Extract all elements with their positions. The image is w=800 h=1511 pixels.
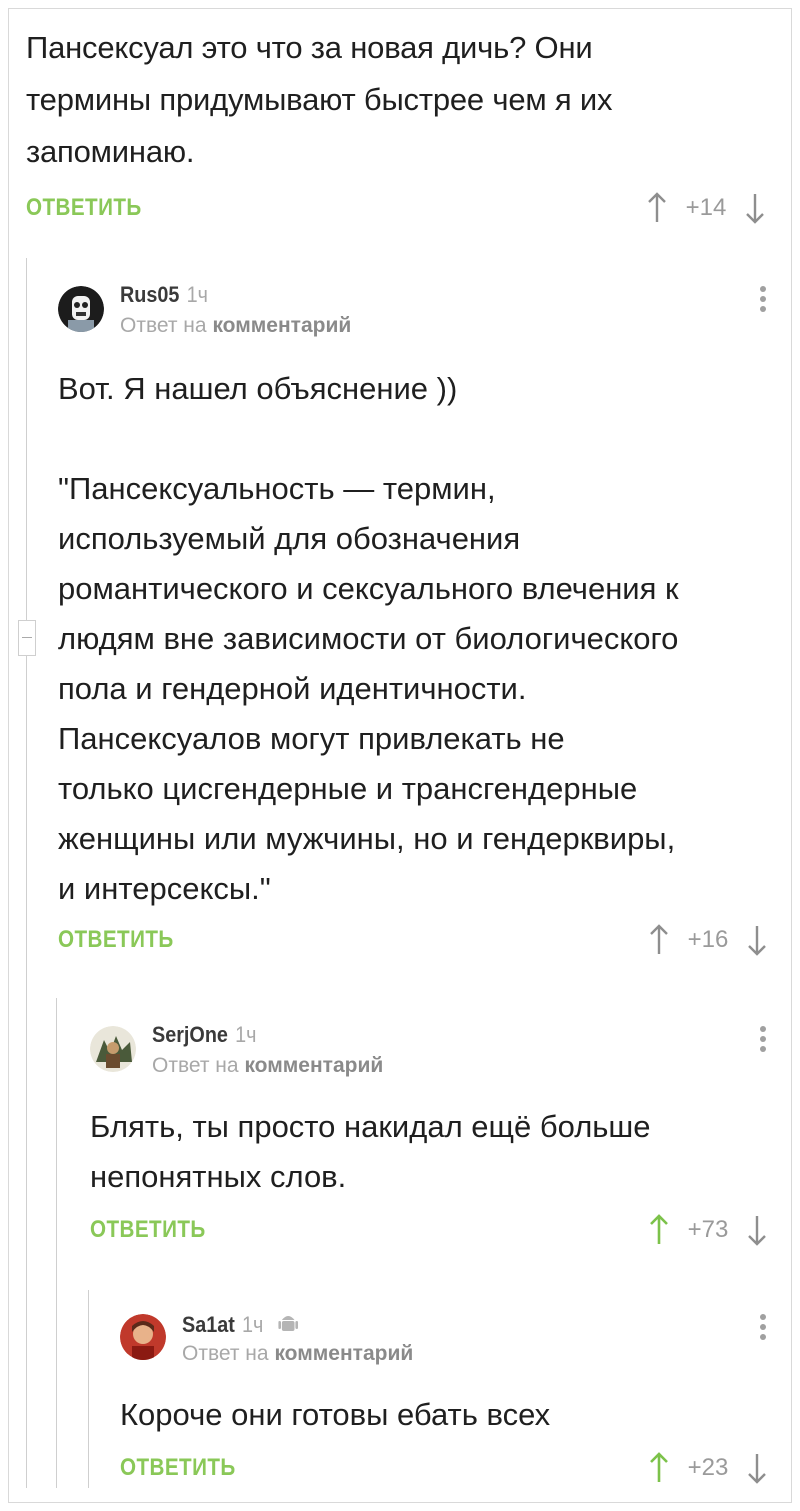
comment-header: Sa1at 1ч Ответ на комментарий [120,1310,768,1370]
reply-to: Ответ на комментарий [120,314,351,338]
username-row: SerjOne 1ч [152,1022,256,1048]
comment-line: используемый для обозначения [58,521,521,556]
reply-button[interactable]: ОТВЕТИТЬ [58,920,174,960]
more-vertical-icon[interactable] [758,282,768,322]
comment-text: Вот. Я нашел объяснение )) "Пансексуальн… [58,364,679,914]
reply-button[interactable]: ОТВЕТИТЬ [120,1448,236,1488]
timestamp: 1ч [235,1022,257,1047]
reply-to: Ответ на комментарий [152,1054,383,1078]
arrow-up-icon[interactable] [648,1213,670,1247]
username[interactable]: Sa1at [182,1312,235,1337]
comment-actions: ОТВЕТИТЬ +14 [26,188,766,228]
comment-line: Блять, ты просто накидал ещё больше [90,1109,651,1144]
comment-text: Короче они готовы ебать всех [120,1390,550,1440]
comment-line: романтического и сексуального влечения к [58,571,679,606]
score: +73 [687,1216,729,1243]
comment-line: Пансексуал это что за новая дичь? Они [26,30,593,65]
reply-prefix: Ответ на [152,1054,239,1077]
avatar[interactable] [58,286,104,332]
comment-line: женщины или мужчины, но и гендерквиры, [58,821,676,856]
comment-reply: Sa1at 1ч Ответ на комментарий Короче они … [120,1310,768,1490]
avatar[interactable] [90,1026,136,1072]
username-row: Sa1at 1ч [182,1310,298,1338]
comment-line: людям вне зависимости от биологического [58,621,679,656]
reply-button[interactable]: ОТВЕТИТЬ [90,1210,206,1250]
comment-actions: ОТВЕТИТЬ +16 [58,920,768,960]
comment-actions: ОТВЕТИТЬ +23 [120,1448,768,1488]
comment-line: Вот. Я нашел объяснение )) [58,371,458,406]
reply-prefix: Ответ на [182,1342,269,1365]
avatar[interactable] [120,1314,166,1360]
vote-controls: +16 [648,920,768,960]
comment-line: и интерсексы." [58,871,271,906]
reply-target-link[interactable]: комментарий [212,314,351,337]
comment-actions: ОТВЕТИТЬ +73 [90,1210,768,1250]
comment-text: Пансексуал это что за новая дичь? Они те… [26,22,766,178]
arrow-down-icon[interactable] [744,191,766,225]
comment-text: Блять, ты просто накидал ещё больше непо… [90,1102,651,1202]
comment-line: запоминаю. [26,134,195,169]
arrow-up-icon[interactable] [646,191,668,225]
comment-line: пола и гендерной идентичности. [58,671,527,706]
comment-line: только цисгендерные и трансгендерные [58,771,638,806]
username-row: Rus05 1ч [120,282,208,308]
vote-controls: +73 [648,1210,768,1250]
comment-reply: SerjOne 1ч Ответ на комментарий Блять, ты… [90,1022,768,1262]
comment-line: Короче они готовы ебать всех [120,1397,551,1432]
comment-line: непонятных слов. [90,1159,347,1194]
score: +16 [687,926,729,953]
comment-reply: Rus05 1ч Ответ на комментарий Вот. Я наше… [58,282,768,972]
reply-target-link[interactable]: комментарий [274,1342,413,1365]
arrow-up-icon[interactable] [648,923,670,957]
comment-line [58,414,679,464]
comment-header: SerjOne 1ч Ответ на комментарий [90,1022,768,1082]
arrow-down-icon[interactable] [746,1213,768,1247]
android-icon [277,1316,298,1331]
reply-to: Ответ на комментарий [182,1342,413,1366]
top-comment: Пансексуал это что за новая дичь? Они те… [26,22,766,224]
more-vertical-icon[interactable] [758,1022,768,1062]
vote-controls: +14 [646,188,766,228]
arrow-down-icon[interactable] [746,1451,768,1485]
reply-target-link[interactable]: комментарий [244,1054,383,1077]
thread-line[interactable] [88,1290,89,1488]
thread-line[interactable] [26,258,27,1488]
comment-header: Rus05 1ч Ответ на комментарий [58,282,768,342]
comment-line: термины придумывают быстрее чем я их [26,82,613,117]
timestamp: 1ч [242,1312,264,1337]
reply-button[interactable]: ОТВЕТИТЬ [26,188,142,228]
username[interactable]: SerjOne [152,1022,228,1047]
username[interactable]: Rus05 [120,282,179,307]
score: +14 [685,194,727,221]
comment-line: "Пансексуальность — термин, [58,471,496,506]
thread-line[interactable] [56,998,57,1488]
arrow-down-icon[interactable] [746,923,768,957]
score: +23 [687,1454,729,1481]
collapse-thread-icon[interactable] [18,620,36,656]
reply-prefix: Ответ на [120,314,207,337]
timestamp: 1ч [186,282,208,307]
more-vertical-icon[interactable] [758,1310,768,1350]
arrow-up-icon[interactable] [648,1451,670,1485]
comment-line: Пансексуалов могут привлекать не [58,721,565,756]
vote-controls: +23 [648,1448,768,1488]
